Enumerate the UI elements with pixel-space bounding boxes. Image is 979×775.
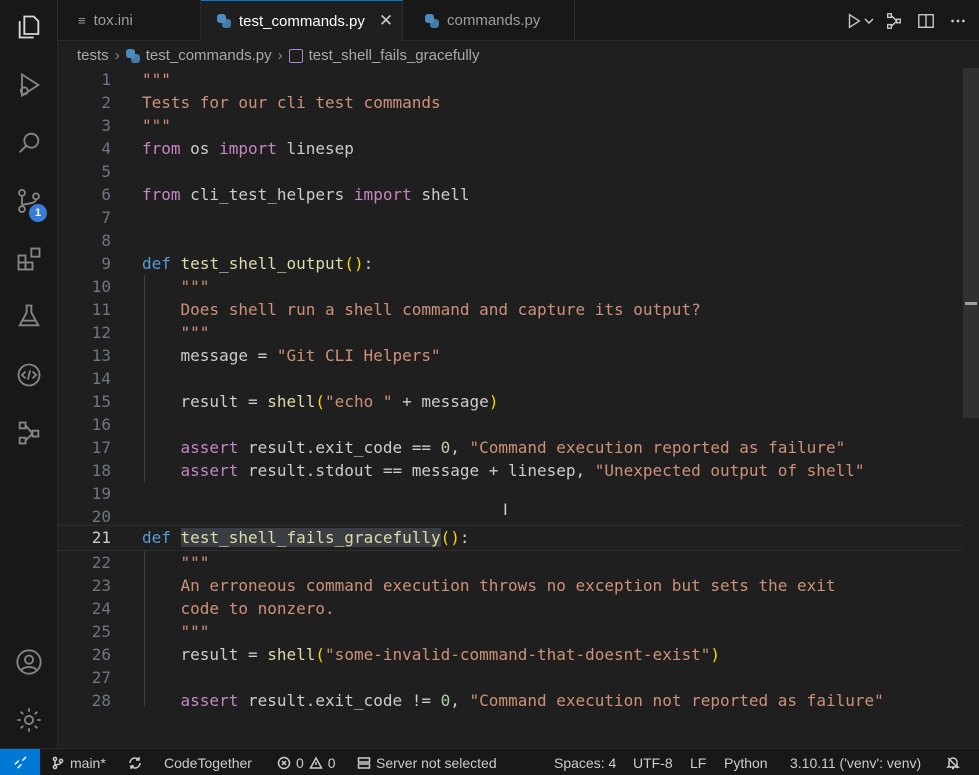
code-line: 24 code to nonzero. xyxy=(91,599,335,618)
run-debug-icon[interactable] xyxy=(0,61,58,109)
code-line: 22 """ xyxy=(91,553,210,572)
run-python-file-icon[interactable] xyxy=(843,10,865,32)
python-icon xyxy=(125,48,140,63)
code-line: 10 """ xyxy=(91,277,210,296)
search-icon[interactable] xyxy=(0,119,58,167)
encoding-status[interactable]: UTF-8 xyxy=(633,749,673,775)
explorer-icon[interactable] xyxy=(0,3,58,51)
code-line: 15 result = shell("echo " + message) xyxy=(91,392,499,411)
notifications-bell-icon[interactable] xyxy=(946,749,965,775)
codetogether-icon[interactable] xyxy=(0,409,58,457)
indentation-status[interactable]: Spaces: 4 xyxy=(554,749,616,775)
codetogether-share-icon[interactable] xyxy=(883,10,905,32)
code-line: 5 xyxy=(101,162,111,181)
tab-tox-ini[interactable]: ≡ tox.ini xyxy=(58,0,201,41)
remote-indicator-icon[interactable] xyxy=(0,749,40,775)
code-line: 26 result = shell("some-invalid-command-… xyxy=(91,645,720,664)
account-icon[interactable] xyxy=(0,638,58,686)
python-icon xyxy=(217,14,231,28)
close-icon[interactable]: ✕ xyxy=(379,11,393,31)
code-line: 23 An erroneous command execution throws… xyxy=(91,576,836,595)
breadcrumb-folder[interactable]: tests xyxy=(77,47,109,64)
code-line: 8 xyxy=(101,231,111,250)
vertical-scrollbar[interactable] xyxy=(963,68,979,418)
method-symbol-icon xyxy=(288,48,303,63)
code-line: 18 assert result.stdout == message + lin… xyxy=(91,461,865,480)
branch-status[interactable]: main* xyxy=(51,749,106,775)
problems-status[interactable]: 0 0 xyxy=(277,749,336,775)
code-line: 14 xyxy=(91,369,111,388)
extensions-icon[interactable] xyxy=(0,235,58,283)
tab-commands-py[interactable]: commands.py xyxy=(403,0,575,41)
activity-bar: 1 xyxy=(0,0,58,748)
chevron-down-icon[interactable] xyxy=(864,10,874,32)
sync-icon[interactable] xyxy=(128,749,147,775)
code-line: 4 from os import linesep xyxy=(101,139,354,158)
code-line: 17 assert result.exit_code == 0, "Comman… xyxy=(91,438,846,457)
code-line: 2 Tests for our cli test commands xyxy=(101,93,441,112)
code-line: 27 xyxy=(91,668,111,687)
chevron-right-icon: › xyxy=(277,47,283,64)
interpreter-status[interactable]: 3.10.11 ('venv': venv) xyxy=(790,749,921,775)
branch-name: main* xyxy=(70,754,106,771)
server-label: Server not selected xyxy=(376,754,497,771)
code-line: 28 assert result.exit_code != 0, "Comman… xyxy=(91,691,884,710)
code-editor[interactable]: 1 """ 2 Tests for our cli test commands 3 "… xyxy=(58,68,979,748)
code-line: 16 xyxy=(91,415,111,434)
breadcrumb-symbol[interactable]: test_shell_fails_gracefully xyxy=(309,47,480,64)
code-line: 3 """ xyxy=(101,116,171,135)
code-line: 6 from cli_test_helpers import shell xyxy=(101,185,470,204)
breadcrumb-file[interactable]: test_commands.py xyxy=(146,47,272,64)
error-count: 0 xyxy=(296,754,304,771)
text-cursor-icon: I xyxy=(503,500,508,519)
list-icon: ≡ xyxy=(78,13,86,28)
source-control-icon[interactable]: 1 xyxy=(0,177,58,225)
warning-count: 0 xyxy=(327,754,336,771)
chevron-right-icon: › xyxy=(114,47,120,64)
breadcrumb: tests › test_commands.py › test_shell_fa… xyxy=(58,41,979,70)
code-line: 12 """ xyxy=(91,323,210,342)
code-line: 7 xyxy=(101,208,111,227)
testing-flask-icon[interactable] xyxy=(0,292,58,340)
server-status[interactable]: Server not selected xyxy=(357,749,497,775)
editor-actions xyxy=(838,0,979,41)
tab-label: test_commands.py xyxy=(239,12,365,30)
split-editor-icon[interactable] xyxy=(915,10,937,32)
code-line: 9 def test_shell_output(): xyxy=(101,254,374,273)
code-line: 1 """ xyxy=(101,70,171,89)
code-line-current: 21 def test_shell_fails_gracefully(): xyxy=(58,525,963,551)
code-line: 25 """ xyxy=(91,622,210,641)
tab-test-commands-py[interactable]: test_commands.py ✕ xyxy=(201,0,403,41)
settings-gear-icon[interactable] xyxy=(0,696,58,744)
remote-code-icon[interactable] xyxy=(0,351,58,399)
python-icon xyxy=(425,13,439,28)
more-actions-icon[interactable] xyxy=(947,10,969,32)
scrollbar-marker xyxy=(965,302,977,305)
tab-label: commands.py xyxy=(447,12,541,29)
language-status[interactable]: Python xyxy=(724,749,768,775)
source-control-badge: 1 xyxy=(29,204,47,222)
tab-label: tox.ini xyxy=(93,12,133,29)
eol-status[interactable]: LF xyxy=(690,749,706,775)
status-bar: main* CodeTogether 0 0 Server not select… xyxy=(0,748,979,775)
code-line: 19 xyxy=(91,484,111,503)
codetogether-status[interactable]: CodeTogether xyxy=(164,749,252,775)
code-line: 13 message = "Git CLI Helpers" xyxy=(91,346,441,365)
code-line: 11 Does shell run a shell command and ca… xyxy=(91,300,701,319)
editor-tab-bar: ≡ tox.ini test_commands.py ✕ commands.py xyxy=(58,0,979,41)
